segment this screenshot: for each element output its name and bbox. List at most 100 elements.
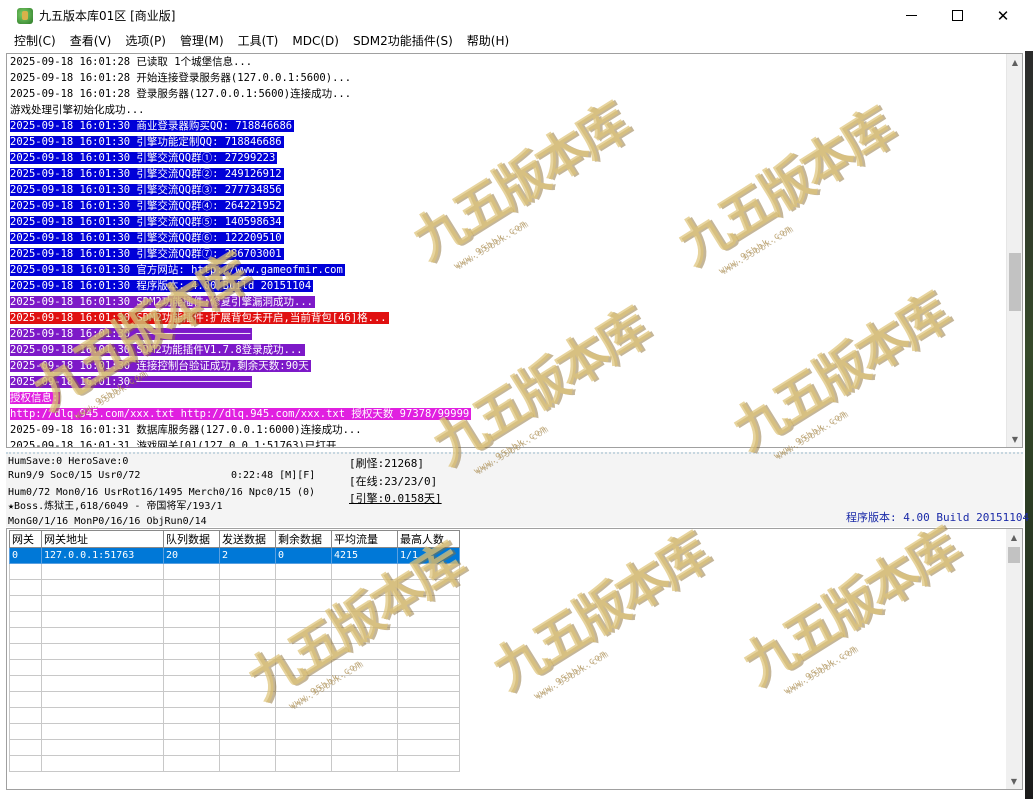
table-cell: 2 (219, 547, 276, 564)
menu-control[interactable]: 控制(C) (0, 31, 63, 51)
table-row-empty[interactable] (9, 643, 460, 660)
status-boss: ★Boss.炼狱王,618/6049 - 帝国将军/193/1 (8, 501, 223, 512)
table-cell (9, 627, 42, 644)
table-cell (331, 563, 398, 580)
status-hum: Hum0/72 Mon0/16 UsrRot16/1495 Merch0/16 … (8, 487, 316, 498)
scroll-down-icon[interactable]: ▼ (1007, 431, 1022, 447)
column-header[interactable]: 剩余数据 (275, 530, 332, 548)
log-line-text: 2025-09-18 16:01:30 连接控制台验证成功,剩余天数:90天 (10, 360, 311, 372)
window-title: 九五版本库01区 [商业版] (39, 9, 176, 23)
table-cell (397, 579, 460, 596)
menu-view[interactable]: 查看(V) (63, 31, 119, 51)
column-header[interactable]: 网关地址 (41, 530, 164, 548)
minimize-button[interactable] (888, 0, 934, 31)
table-cell (163, 739, 220, 756)
table-cell (163, 707, 220, 724)
gateway-grid[interactable]: 网关 网关地址 队列数据 发送数据 剩余数据 平均流量 最高人数 0 127.0.0.1:51… (6, 528, 1023, 790)
table-cell (41, 595, 164, 612)
app-icon (17, 7, 33, 24)
log-line-text: 2025-09-18 16:01:30 引擎交流QQ群④: 264221952 (10, 200, 284, 212)
menu-tools[interactable]: 工具(T) (231, 31, 286, 51)
table-cell (41, 579, 164, 596)
table-cell (219, 755, 276, 772)
program-version: 程序版本: 4.00 Build 20151104 (846, 511, 1030, 524)
table-cell (275, 611, 332, 628)
table-cell (41, 563, 164, 580)
table-cell (219, 563, 276, 580)
grid-scroll-thumb[interactable] (1008, 547, 1020, 563)
table-row-empty[interactable] (9, 563, 460, 580)
log-line: 2025-09-18 16:01:28 登录服务器(127.0.0.1:5600… (10, 86, 1008, 102)
menu-mdc[interactable]: MDC(D) (285, 31, 346, 51)
log-line: http://dlq.945.com/xxx.txt http://dlq.94… (10, 406, 1008, 422)
table-cell (9, 739, 42, 756)
column-header[interactable]: 队列数据 (163, 530, 220, 548)
column-header[interactable]: 网关 (9, 530, 42, 548)
table-cell (331, 739, 398, 756)
log-line: 2025-09-18 16:01:30 官方网站: http://www.gam… (10, 262, 1008, 278)
table-cell (331, 643, 398, 660)
maximize-button[interactable] (934, 0, 980, 31)
table-cell (331, 611, 398, 628)
log-line-text: http://dlq.945.com/xxx.txt http://dlq.94… (10, 408, 472, 420)
table-cell (163, 755, 220, 772)
log-line: 2025-09-18 16:01:30 引擎交流QQ群⑤: 140598634 (10, 214, 1008, 230)
table-row-empty[interactable] (9, 707, 460, 724)
log-line-text: 2025-09-18 16:01:30 SDM2功能插件:修复引擎漏洞成功... (10, 296, 316, 308)
close-icon: ✕ (996, 6, 1010, 25)
table-cell (397, 739, 460, 756)
table-row-empty[interactable] (9, 755, 460, 772)
menu-options[interactable]: 选项(P) (118, 31, 173, 51)
close-button[interactable]: ✕ (980, 0, 1026, 31)
log-line-text: 2025-09-18 16:01:30 引擎交流QQ群②: 249126912 (10, 168, 284, 180)
log-line-text: 2025-09-18 16:01:31 游戏网关[0](127.0.0.1:51… (10, 440, 356, 447)
table-cell (41, 659, 164, 676)
table-row-empty[interactable] (9, 627, 460, 644)
log-scroll-thumb[interactable] (1009, 253, 1021, 311)
table-cell (163, 643, 220, 660)
column-header[interactable]: 最高人数 (397, 530, 460, 548)
table-row-empty[interactable] (9, 691, 460, 708)
table-cell (41, 691, 164, 708)
menu-help[interactable]: 帮助(H) (460, 31, 516, 51)
menu-sdm2-plugin[interactable]: SDM2功能插件(S) (346, 31, 460, 51)
table-cell (9, 611, 42, 628)
column-header[interactable]: 平均流量 (331, 530, 398, 548)
log-panel[interactable]: 2025-09-18 16:01:28 已读取 1个城堡信息... 2025-09… (6, 53, 1023, 448)
table-cell: 0 (275, 547, 332, 564)
table-row-empty[interactable] (9, 723, 460, 740)
menu-manage[interactable]: 管理(M) (173, 31, 231, 51)
table-row-empty[interactable] (9, 579, 460, 596)
log-line-text: 2025-09-18 16:01:31 数据库服务器(127.0.0.1:600… (10, 424, 362, 436)
table-row-empty[interactable] (9, 595, 460, 612)
table-row-empty[interactable] (9, 611, 460, 628)
maximize-icon (951, 10, 963, 21)
minimize-icon (905, 15, 917, 16)
status-run: Run9/9 Soc0/15 Usr0/72 (8, 470, 141, 481)
table-cell (41, 675, 164, 692)
log-line: 2025-09-18 16:01:30 引擎交流QQ群⑥: 122209510 (10, 230, 1008, 246)
table-cell (397, 659, 460, 676)
table-row-empty[interactable] (9, 675, 460, 692)
log-line: 2025-09-18 16:01:30 ────────────────── (10, 374, 1008, 390)
log-line-text: 2025-09-18 16:01:28 登录服务器(127.0.0.1:5600… (10, 88, 352, 100)
table-cell (9, 723, 42, 740)
log-line-text: 2025-09-18 16:01:30 引擎功能定制QQ: 718846686 (10, 136, 284, 148)
table-cell (219, 739, 276, 756)
log-scrollbar[interactable]: ▲ ▼ (1006, 54, 1022, 447)
table-row[interactable]: 0 127.0.0.1:51763 20 2 0 4215 1/1 (9, 547, 460, 564)
grid-scroll-down-icon[interactable]: ▼ (1006, 773, 1022, 789)
log-line-text: 2025-09-18 16:01:30 商业登录器购买QQ: 718846686 (10, 120, 295, 132)
table-row-empty[interactable] (9, 739, 460, 756)
table-cell: 1/1 (397, 547, 460, 564)
scroll-up-icon[interactable]: ▲ (1007, 54, 1022, 70)
log-line-text: 2025-09-18 16:01:28 已读取 1个城堡信息... (10, 56, 253, 68)
grid-scroll-up-icon[interactable]: ▲ (1006, 529, 1022, 545)
status-engine: [引擎:0.0158天] (349, 492, 442, 505)
grid-scrollbar[interactable]: ▲ ▼ (1006, 529, 1022, 789)
log-line: 2025-09-18 16:01:30 SDM2功能插件:扩展背包未开启,当前背… (10, 310, 1008, 326)
column-header[interactable]: 发送数据 (219, 530, 276, 548)
table-row-empty[interactable] (9, 659, 460, 676)
table-cell (275, 691, 332, 708)
log-line-text: 2025-09-18 16:01:30 ────────────────── (10, 376, 253, 388)
